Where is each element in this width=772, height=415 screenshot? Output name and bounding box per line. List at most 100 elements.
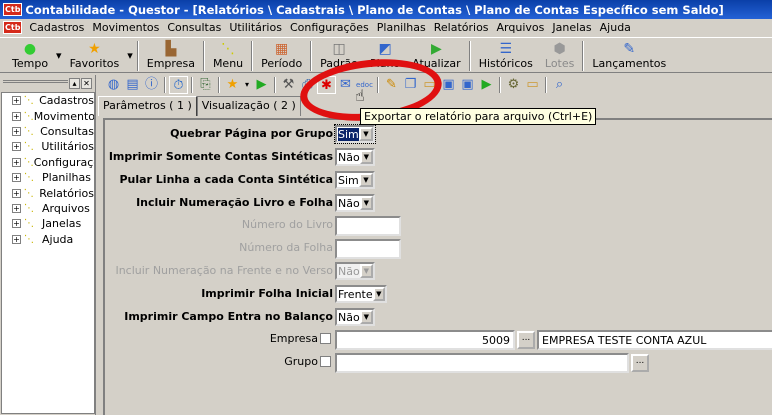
expand-icon[interactable]: + (12, 126, 21, 136)
panel-restore-button[interactable]: ▴ (69, 77, 80, 89)
tree-item-utilitarios[interactable]: + ⋱ Utilitários (2, 139, 94, 154)
folder-network-icon[interactable]: ▭ (523, 76, 542, 94)
favoritos-dropdown[interactable]: ▾ (125, 38, 135, 72)
app-menu-icon[interactable]: Ctb (3, 21, 23, 34)
menu-arquivos[interactable]: Arquivos (493, 21, 549, 34)
menu-planilhas[interactable]: Planilhas (373, 21, 430, 34)
preview-icon[interactable]: ⌕ (550, 76, 569, 94)
menu-button[interactable]: ⋱ Menu (207, 38, 249, 72)
expand-icon[interactable]: + (12, 173, 21, 183)
historicos-button[interactable]: ☰ Históricos (473, 38, 539, 72)
folha-inicial-select[interactable]: Frente ▼ (335, 285, 387, 303)
open-folder-icon[interactable]: ▭ (420, 76, 439, 94)
expand-icon[interactable]: + (12, 157, 21, 167)
expand-icon[interactable]: + (12, 219, 21, 229)
menu-configuracoes[interactable]: Configurações (286, 21, 373, 34)
separator (251, 41, 254, 71)
separator (468, 41, 471, 71)
exit-door-icon[interactable]: ⎘ (196, 76, 215, 94)
empresa-button[interactable]: ▙ Empresa (141, 38, 201, 72)
menu-movimentos[interactable]: Movimentos (88, 21, 163, 34)
parameters-form: Quebrar Página por Grupo Sim ▼ Imprimir So… (103, 118, 772, 415)
tree-item-planilhas[interactable]: + ⋱ Planilhas (2, 170, 94, 185)
menu-relatorios[interactable]: Relatórios (430, 21, 493, 34)
panel-grip[interactable] (3, 80, 68, 86)
pular-select[interactable]: Sim ▼ (335, 171, 375, 189)
star-icon[interactable]: ★ (223, 76, 242, 94)
chevron-down-icon[interactable]: ▾ (242, 76, 252, 94)
tree-item-cadastros[interactable]: + ⋱ Cadastros (2, 93, 94, 108)
menu-janelas[interactable]: Janelas (548, 21, 595, 34)
expand-icon[interactable]: + (12, 111, 21, 121)
grupo-lookup-button[interactable]: ... (631, 354, 649, 372)
panel-close-button[interactable]: ✕ (81, 77, 92, 89)
expand-icon[interactable]: + (12, 96, 21, 106)
lancamentos-button[interactable]: ✎ Lançamentos (586, 38, 672, 72)
expand-icon[interactable]: + (12, 142, 21, 152)
chevron-down-icon[interactable]: ▼ (359, 173, 373, 187)
atualizar-button[interactable]: ▶ Atualizar (406, 38, 467, 72)
save-icon[interactable]: ▣ (439, 76, 458, 94)
plano-button[interactable]: ◩ Plano (364, 38, 406, 72)
somente-select[interactable]: Não ▼ (335, 148, 375, 166)
chevron-down-icon[interactable]: ▼ (372, 287, 385, 301)
folha-input[interactable] (335, 239, 401, 259)
menu-utilitarios[interactable]: Utilitários (225, 21, 286, 34)
play-icon[interactable]: ▶ (252, 76, 271, 94)
separator (191, 77, 193, 93)
stopwatch-icon[interactable]: ⏱ (169, 76, 188, 94)
tree-label: Janelas (42, 217, 82, 231)
print-icon[interactable]: ⎙ (298, 76, 317, 94)
menu-consultas[interactable]: Consultas (163, 21, 225, 34)
plano-label: Plano (370, 56, 401, 70)
expand-icon[interactable]: + (12, 234, 21, 244)
edit-icon[interactable]: ✎ (382, 76, 401, 94)
empresa-code-input[interactable]: 5009 (335, 330, 515, 350)
empresa-checkbox[interactable] (320, 333, 331, 344)
tempo-button[interactable]: ● Tempo (0, 38, 54, 72)
frente-verso-label: Incluir Numeração na Frente e no Verso (115, 264, 333, 277)
padrao-button[interactable]: ◫ Padrão (314, 38, 364, 72)
tree-item-relatorios[interactable]: + ⋱ Relatórios (2, 185, 94, 200)
globe-icon[interactable]: ◍ (104, 76, 123, 94)
run-icon[interactable]: ▶ (477, 76, 496, 94)
tab-bar: Parâmetros ( 1 ) Visualização ( 2 ) (98, 96, 301, 116)
tab-parametros[interactable]: Parâmetros ( 1 ) (98, 96, 197, 116)
empresa-lookup-button[interactable]: ... (517, 331, 535, 349)
grupo-input[interactable] (335, 353, 629, 373)
clock-icon: ● (23, 40, 37, 57)
tree-item-movimentos[interactable]: + ⋱ Movimentos (2, 108, 94, 123)
grupo-checkbox[interactable] (320, 356, 331, 367)
save-as-icon[interactable]: ▣ (458, 76, 477, 94)
tree-item-janelas[interactable]: + ⋱ Janelas (2, 216, 94, 231)
email-icon[interactable]: ✉ (336, 76, 355, 94)
tree-item-configuracoes[interactable]: +⋱Configurações (2, 155, 94, 170)
info-icon[interactable]: ⓘ (142, 76, 161, 94)
favoritos-button[interactable]: ★ Favoritos (64, 38, 126, 72)
tree-item-arquivos[interactable]: + ⋱ Arquivos (2, 201, 94, 216)
incluir-select[interactable]: Não ▼ (335, 194, 375, 212)
tree-item-consultas[interactable]: + ⋱ Consultas (2, 124, 94, 139)
export-icon[interactable]: ✱ (317, 76, 336, 94)
historicos-label: Históricos (478, 56, 533, 70)
menu-ajuda[interactable]: Ajuda (596, 21, 635, 34)
chevron-down-icon[interactable]: ▼ (359, 127, 373, 141)
periodo-button[interactable]: ▦ Período (255, 38, 308, 72)
tempo-dropdown[interactable]: ▾ (54, 38, 64, 72)
tools-icon[interactable]: ⚒ (279, 76, 298, 94)
tab-visualizacao[interactable]: Visualização ( 2 ) (196, 96, 301, 116)
campo-entra-select[interactable]: Não ▼ (335, 308, 375, 326)
quebrar-select[interactable]: Sim ▼ (334, 124, 376, 144)
expand-icon[interactable]: + (12, 203, 21, 213)
tree-item-ajuda[interactable]: + ⋱ Ajuda (2, 232, 94, 247)
copy-icon[interactable]: ❐ (401, 76, 420, 94)
settings-icon[interactable]: ⚙ (504, 76, 523, 94)
expand-icon[interactable]: + (12, 188, 21, 198)
tree-label: Cadastros (39, 94, 94, 108)
chevron-down-icon[interactable]: ▼ (359, 150, 373, 164)
chevron-down-icon[interactable]: ▼ (359, 310, 373, 324)
list-icon[interactable]: ▤ (123, 76, 142, 94)
livro-input[interactable] (335, 216, 401, 236)
chevron-down-icon[interactable]: ▼ (359, 196, 373, 210)
menu-cadastros[interactable]: Cadastros (25, 21, 88, 34)
